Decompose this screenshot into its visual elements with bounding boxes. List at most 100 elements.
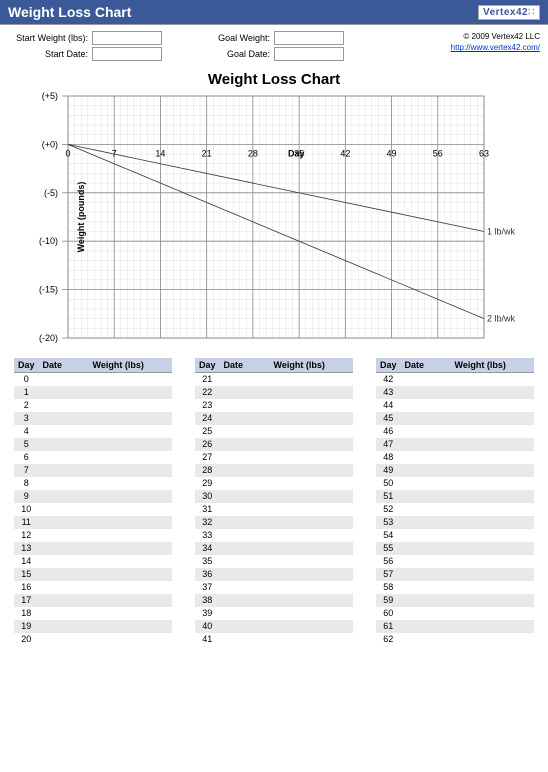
weight-cell[interactable] bbox=[451, 373, 534, 386]
weight-cell[interactable] bbox=[89, 399, 172, 412]
date-cell[interactable] bbox=[401, 490, 451, 503]
weight-cell[interactable] bbox=[89, 490, 172, 503]
date-cell[interactable] bbox=[220, 503, 270, 516]
weight-cell[interactable] bbox=[89, 594, 172, 607]
date-cell[interactable] bbox=[220, 412, 270, 425]
weight-cell[interactable] bbox=[451, 477, 534, 490]
weight-cell[interactable] bbox=[451, 633, 534, 646]
weight-cell[interactable] bbox=[270, 568, 353, 581]
weight-cell[interactable] bbox=[89, 542, 172, 555]
date-cell[interactable] bbox=[220, 386, 270, 399]
date-cell[interactable] bbox=[39, 607, 89, 620]
date-cell[interactable] bbox=[39, 412, 89, 425]
weight-cell[interactable] bbox=[270, 607, 353, 620]
date-cell[interactable] bbox=[220, 516, 270, 529]
weight-cell[interactable] bbox=[270, 464, 353, 477]
weight-cell[interactable] bbox=[451, 399, 534, 412]
weight-cell[interactable] bbox=[270, 542, 353, 555]
weight-cell[interactable] bbox=[270, 555, 353, 568]
weight-cell[interactable] bbox=[89, 568, 172, 581]
date-cell[interactable] bbox=[220, 594, 270, 607]
weight-cell[interactable] bbox=[451, 386, 534, 399]
weight-cell[interactable] bbox=[89, 412, 172, 425]
weight-cell[interactable] bbox=[89, 516, 172, 529]
date-cell[interactable] bbox=[220, 425, 270, 438]
weight-cell[interactable] bbox=[451, 451, 534, 464]
date-cell[interactable] bbox=[39, 451, 89, 464]
date-cell[interactable] bbox=[220, 607, 270, 620]
weight-cell[interactable] bbox=[89, 451, 172, 464]
weight-cell[interactable] bbox=[451, 438, 534, 451]
date-cell[interactable] bbox=[39, 529, 89, 542]
weight-cell[interactable] bbox=[451, 464, 534, 477]
vertex42-link[interactable]: http://www.vertex42.com/ bbox=[451, 43, 540, 52]
date-cell[interactable] bbox=[401, 529, 451, 542]
weight-cell[interactable] bbox=[270, 620, 353, 633]
weight-cell[interactable] bbox=[451, 607, 534, 620]
weight-cell[interactable] bbox=[270, 386, 353, 399]
date-cell[interactable] bbox=[220, 399, 270, 412]
date-cell[interactable] bbox=[220, 633, 270, 646]
date-cell[interactable] bbox=[401, 464, 451, 477]
date-cell[interactable] bbox=[220, 477, 270, 490]
weight-cell[interactable] bbox=[270, 477, 353, 490]
date-cell[interactable] bbox=[39, 581, 89, 594]
weight-cell[interactable] bbox=[89, 386, 172, 399]
date-cell[interactable] bbox=[401, 412, 451, 425]
weight-cell[interactable] bbox=[89, 581, 172, 594]
weight-cell[interactable] bbox=[270, 516, 353, 529]
weight-cell[interactable] bbox=[451, 568, 534, 581]
date-cell[interactable] bbox=[401, 425, 451, 438]
date-cell[interactable] bbox=[39, 373, 89, 386]
weight-cell[interactable] bbox=[270, 581, 353, 594]
date-cell[interactable] bbox=[39, 464, 89, 477]
weight-cell[interactable] bbox=[270, 399, 353, 412]
date-cell[interactable] bbox=[220, 464, 270, 477]
weight-cell[interactable] bbox=[270, 412, 353, 425]
weight-cell[interactable] bbox=[451, 529, 534, 542]
date-cell[interactable] bbox=[220, 555, 270, 568]
date-cell[interactable] bbox=[401, 542, 451, 555]
date-cell[interactable] bbox=[220, 438, 270, 451]
weight-cell[interactable] bbox=[451, 516, 534, 529]
weight-cell[interactable] bbox=[89, 620, 172, 633]
weight-cell[interactable] bbox=[270, 425, 353, 438]
date-cell[interactable] bbox=[401, 386, 451, 399]
date-cell[interactable] bbox=[39, 594, 89, 607]
date-cell[interactable] bbox=[39, 620, 89, 633]
date-cell[interactable] bbox=[220, 620, 270, 633]
weight-cell[interactable] bbox=[451, 490, 534, 503]
weight-cell[interactable] bbox=[89, 633, 172, 646]
date-cell[interactable] bbox=[39, 633, 89, 646]
date-cell[interactable] bbox=[39, 542, 89, 555]
date-cell[interactable] bbox=[220, 581, 270, 594]
date-cell[interactable] bbox=[39, 503, 89, 516]
date-cell[interactable] bbox=[39, 568, 89, 581]
date-cell[interactable] bbox=[220, 490, 270, 503]
date-cell[interactable] bbox=[401, 568, 451, 581]
weight-cell[interactable] bbox=[89, 425, 172, 438]
date-cell[interactable] bbox=[220, 542, 270, 555]
weight-cell[interactable] bbox=[451, 412, 534, 425]
date-cell[interactable] bbox=[401, 438, 451, 451]
weight-cell[interactable] bbox=[270, 529, 353, 542]
weight-cell[interactable] bbox=[451, 581, 534, 594]
date-cell[interactable] bbox=[39, 425, 89, 438]
date-cell[interactable] bbox=[220, 568, 270, 581]
weight-cell[interactable] bbox=[89, 373, 172, 386]
date-cell[interactable] bbox=[220, 373, 270, 386]
date-cell[interactable] bbox=[220, 451, 270, 464]
weight-cell[interactable] bbox=[451, 555, 534, 568]
weight-cell[interactable] bbox=[451, 503, 534, 516]
weight-cell[interactable] bbox=[270, 503, 353, 516]
date-cell[interactable] bbox=[401, 516, 451, 529]
date-cell[interactable] bbox=[401, 594, 451, 607]
date-cell[interactable] bbox=[220, 529, 270, 542]
date-cell[interactable] bbox=[401, 451, 451, 464]
weight-cell[interactable] bbox=[89, 607, 172, 620]
weight-cell[interactable] bbox=[270, 490, 353, 503]
weight-cell[interactable] bbox=[89, 555, 172, 568]
weight-cell[interactable] bbox=[270, 633, 353, 646]
date-cell[interactable] bbox=[39, 386, 89, 399]
date-cell[interactable] bbox=[401, 399, 451, 412]
